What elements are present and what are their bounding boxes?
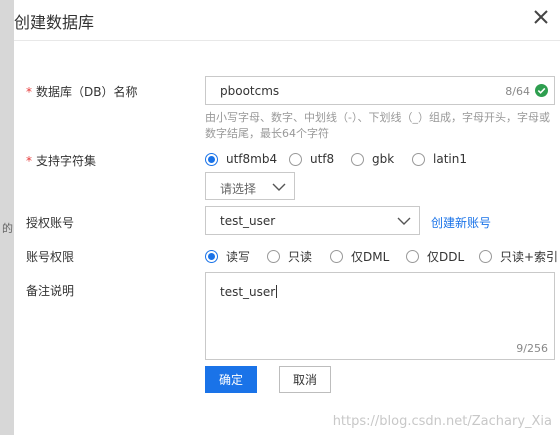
cancel-button[interactable]: 取消 (279, 366, 331, 393)
remark-value-text: test_user (220, 285, 276, 299)
backdrop-peek-text: 的 (2, 222, 13, 235)
permission-label: 账号权限 (26, 250, 75, 264)
permission-option-label: 仅DDL (427, 250, 465, 264)
charset-label: * 支持字符集 (26, 152, 96, 169)
radio[interactable] (412, 152, 425, 166)
close-icon[interactable] (530, 6, 552, 28)
permission-option-ddl[interactable]: 仅DDL (406, 248, 464, 265)
required-mark: * (26, 85, 32, 99)
remark-value: test_user (220, 285, 278, 299)
db-name-value: pbootcms (220, 84, 280, 98)
radio[interactable] (406, 250, 419, 263)
account-value: test_user (220, 214, 276, 228)
permission-option-label: 仅DML (351, 250, 390, 264)
radio[interactable] (351, 152, 364, 166)
check-circle-icon (535, 84, 548, 97)
required-mark: * (26, 154, 32, 168)
dialog-title: 创建数据库 (14, 13, 95, 32)
collation-placeholder: 请选择 (220, 182, 257, 196)
permission-option-readonly-index[interactable]: 只读+索引 (479, 248, 558, 265)
chevron-down-icon (397, 215, 411, 225)
charset-option-gbk[interactable]: gbk (351, 152, 394, 166)
radio-selected[interactable] (205, 152, 218, 166)
create-account-link[interactable]: 创建新账号 (431, 214, 491, 231)
charset-option-label: gbk (372, 152, 395, 166)
permission-option-readwrite[interactable]: 读写 (205, 248, 250, 265)
radio[interactable] (479, 250, 492, 263)
confirm-button[interactable]: 确定 (205, 366, 257, 393)
radio[interactable] (267, 250, 280, 263)
db-name-label-text: 数据库（DB）名称 (36, 85, 138, 99)
radio[interactable] (330, 250, 343, 263)
watermark: https://blog.csdn.net/Zachary_Xia (332, 414, 552, 429)
dialog-header: 创建数据库 (14, 0, 560, 41)
charset-option-label: utf8mb4 (226, 152, 278, 166)
text-caret (276, 285, 278, 298)
permission-option-readonly[interactable]: 只读 (267, 248, 312, 265)
permission-option-label: 读写 (226, 250, 251, 264)
charset-option-utf8mb4[interactable]: utf8mb4 (205, 152, 277, 166)
charset-option-label: utf8 (310, 152, 335, 166)
backdrop-overlay: 的 (0, 0, 14, 435)
charset-label-text: 支持字符集 (36, 154, 97, 168)
permission-option-label: 只读 (288, 250, 313, 264)
charset-option-utf8[interactable]: utf8 (289, 152, 334, 166)
remark-label: 备注说明 (26, 284, 75, 298)
charset-option-label: latin1 (433, 152, 467, 166)
permission-option-label: 只读+索引 (500, 250, 559, 264)
radio-selected[interactable] (205, 250, 218, 263)
permission-option-dml[interactable]: 仅DML (330, 248, 389, 265)
db-name-label: * 数据库（DB）名称 (26, 83, 137, 100)
create-database-dialog: 创建数据库 * 数据库（DB）名称 pbootcms 8/64 由小写字母、数字、… (14, 0, 560, 435)
db-name-counter: 8/64 (505, 85, 530, 98)
radio[interactable] (289, 152, 302, 166)
remark-textarea[interactable]: test_user 9/256 (205, 272, 555, 360)
charset-option-latin1[interactable]: latin1 (412, 152, 467, 166)
db-name-hint: 由小写字母、数字、中划线（-）、下划线（_）组成，字母开头，字母或数字结尾，最长… (205, 111, 550, 140)
chevron-down-icon (272, 181, 286, 191)
account-select[interactable]: test_user (205, 206, 420, 235)
collation-select[interactable]: 请选择 (205, 172, 295, 200)
account-label: 授权账号 (26, 216, 75, 230)
db-name-input[interactable]: pbootcms 8/64 (205, 76, 555, 105)
remark-counter: 9/256 (516, 342, 548, 355)
